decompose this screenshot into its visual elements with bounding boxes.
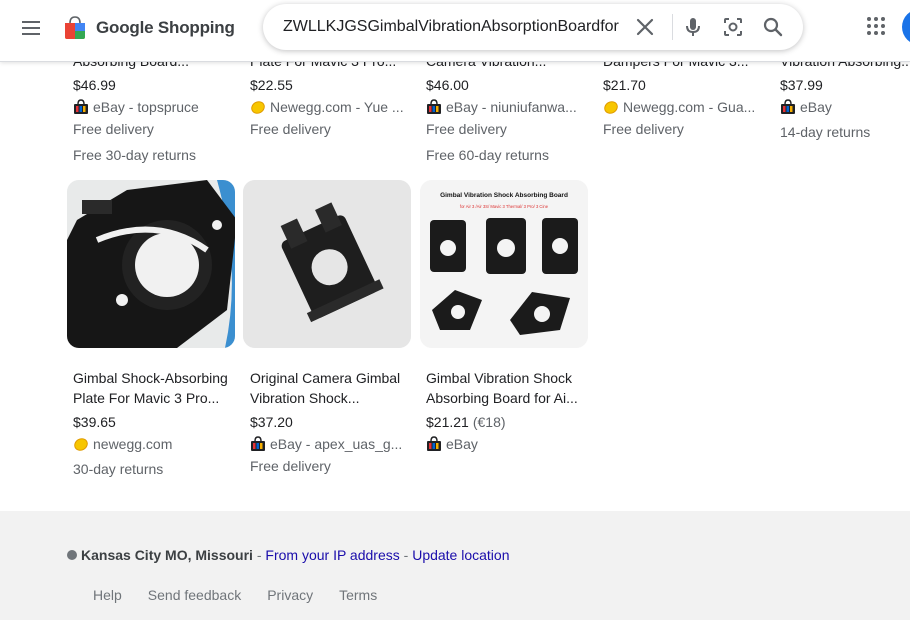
terms-link[interactable]: Terms xyxy=(326,587,390,603)
product-card[interactable]: Vibration Absorbing... $37.99 eBay 14-da… xyxy=(780,51,910,142)
privacy-link[interactable]: Privacy xyxy=(254,587,326,603)
location-bar: Kansas City MO, Missouri - From your IP … xyxy=(67,547,510,563)
shopping-bag-logo-icon xyxy=(65,16,85,39)
merchant[interactable]: eBay - niuniufanwa... xyxy=(426,97,596,117)
footer-links: Help Send feedback Privacy Terms xyxy=(80,587,390,603)
ebay-bag-icon xyxy=(74,99,88,114)
returns-info: 30-day returns xyxy=(73,461,164,477)
image-caption: Gimbal Vibration Shock Absorbing Board xyxy=(440,192,568,199)
merchant-name: eBay xyxy=(446,436,478,452)
ebay-bag-icon xyxy=(251,436,265,451)
merchant[interactable]: eBay - apex_uas_g... xyxy=(250,434,420,454)
product-image[interactable]: Gimbal Vibration Shock Absorbing Board f… xyxy=(420,180,588,348)
location-separator: - xyxy=(399,547,413,563)
product-card[interactable]: Original Camera Gimbal Vibration Shock..… xyxy=(250,368,420,476)
product-card[interactable]: Gimbal Vibration Shock Absorbing Board f… xyxy=(426,368,596,454)
merchant-name: eBay - topspruce xyxy=(93,99,199,115)
delivery-info: Free delivery xyxy=(250,121,331,137)
product-title[interactable]: Gimbal Shock-Absorbing Plate For Mavic 3… xyxy=(73,368,243,408)
product-card[interactable]: Dampers For Mavic 3... $21.70 Newegg.com… xyxy=(603,51,773,139)
top-bar: Google Shopping xyxy=(0,0,910,62)
product-price: $46.00 xyxy=(426,77,469,93)
search-box[interactable] xyxy=(263,4,803,50)
send-feedback-link[interactable]: Send feedback xyxy=(135,587,254,603)
newegg-egg-icon xyxy=(604,101,618,114)
logo-text: Google Shopping xyxy=(96,18,235,37)
product-image[interactable] xyxy=(243,180,411,348)
product-card[interactable]: Plate For Mavic 3 Pro... $22.55 Newegg.c… xyxy=(250,51,420,139)
product-image[interactable] xyxy=(67,180,235,348)
search-icon[interactable] xyxy=(761,15,785,39)
delivery-info: Free delivery xyxy=(426,121,507,137)
product-price: $39.65 xyxy=(73,414,116,430)
ebay-bag-icon xyxy=(427,99,441,114)
merchant-name: eBay - apex_uas_g... xyxy=(270,436,403,452)
location-dot-icon xyxy=(67,550,77,560)
search-divider xyxy=(672,14,673,40)
product-card[interactable]: Camera Vibration... $46.00 eBay - niuniu… xyxy=(426,51,596,165)
google-shopping-logo[interactable]: Google Shopping xyxy=(64,12,235,44)
newegg-egg-icon xyxy=(251,101,265,114)
update-location-link[interactable]: Update location xyxy=(412,547,509,563)
product-title-line: Absorbing Board for Ai... xyxy=(426,390,578,406)
merchant-name: Newegg.com - Gua... xyxy=(623,99,756,115)
footer: Kansas City MO, Missouri - From your IP … xyxy=(0,511,910,620)
returns-info: Free 30-day returns xyxy=(73,147,196,163)
clear-icon[interactable] xyxy=(633,15,657,39)
camera-lens-icon[interactable] xyxy=(721,15,745,39)
product-title-line: Gimbal Vibration Shock xyxy=(426,370,573,386)
merchant-name: newegg.com xyxy=(93,436,173,452)
price-alt-currency: (€18) xyxy=(472,414,506,430)
search-input[interactable] xyxy=(283,4,628,50)
ebay-bag-icon xyxy=(427,436,441,451)
merchant[interactable]: Newegg.com - Yue ... xyxy=(250,97,420,117)
merchant[interactable]: newegg.com xyxy=(73,434,243,454)
menu-icon[interactable] xyxy=(20,16,44,40)
product-title-line: Original Camera Gimbal xyxy=(250,370,401,386)
merchant-name: Newegg.com - Yue ... xyxy=(270,99,404,115)
apps-grid-icon[interactable] xyxy=(864,14,888,38)
product-price: $37.20 xyxy=(250,414,293,430)
gimbal-plate-photo xyxy=(67,180,235,348)
product-price: $37.99 xyxy=(780,77,823,93)
gimbal-plate-photo xyxy=(243,180,411,348)
merchant[interactable]: eBay xyxy=(780,97,910,117)
delivery-info: Free delivery xyxy=(73,121,154,137)
product-price: $22.55 xyxy=(250,77,293,93)
ebay-bag-icon xyxy=(781,99,795,114)
product-price: $46.99 xyxy=(73,77,116,93)
product-title-line: Vibration Shock... xyxy=(250,390,360,406)
location-city: Kansas City MO, Missouri xyxy=(81,547,253,563)
newegg-egg-icon xyxy=(74,438,88,451)
merchant[interactable]: eBay xyxy=(426,434,596,454)
image-subcaption: for Air 3 /Air 3S/ Mavic 3 Thermal/ 3 Pr… xyxy=(460,204,549,209)
returns-info: 14-day returns xyxy=(780,124,871,140)
location-separator: - xyxy=(252,547,266,563)
from-ip-link[interactable]: From your IP address xyxy=(265,547,399,563)
product-title-line: Plate For Mavic 3 Pro... xyxy=(73,390,220,406)
product-card[interactable]: Absorbing Board... $46.99 eBay - topspru… xyxy=(73,51,243,165)
merchant-name: eBay xyxy=(800,99,832,115)
product-price: $21.21 (€18) xyxy=(426,412,596,432)
help-link[interactable]: Help xyxy=(80,587,135,603)
delivery-info: Free delivery xyxy=(250,458,331,474)
account-avatar[interactable] xyxy=(902,9,910,45)
product-price: $21.70 xyxy=(603,77,646,93)
price-value: $21.21 xyxy=(426,414,469,430)
product-title[interactable]: Gimbal Vibration Shock Absorbing Board f… xyxy=(426,368,596,408)
returns-info: Free 60-day returns xyxy=(426,147,549,163)
product-title[interactable]: Original Camera Gimbal Vibration Shock..… xyxy=(250,368,420,408)
delivery-info: Free delivery xyxy=(603,121,684,137)
product-card[interactable]: Gimbal Shock-Absorbing Plate For Mavic 3… xyxy=(73,368,243,479)
gimbal-board-collage: Gimbal Vibration Shock Absorbing Board f… xyxy=(420,180,588,348)
merchant-name: eBay - niuniufanwa... xyxy=(446,99,577,115)
microphone-icon[interactable] xyxy=(681,15,705,39)
merchant[interactable]: eBay - topspruce xyxy=(73,97,243,117)
merchant[interactable]: Newegg.com - Gua... xyxy=(603,97,773,117)
product-title-line: Gimbal Shock-Absorbing xyxy=(73,370,228,386)
